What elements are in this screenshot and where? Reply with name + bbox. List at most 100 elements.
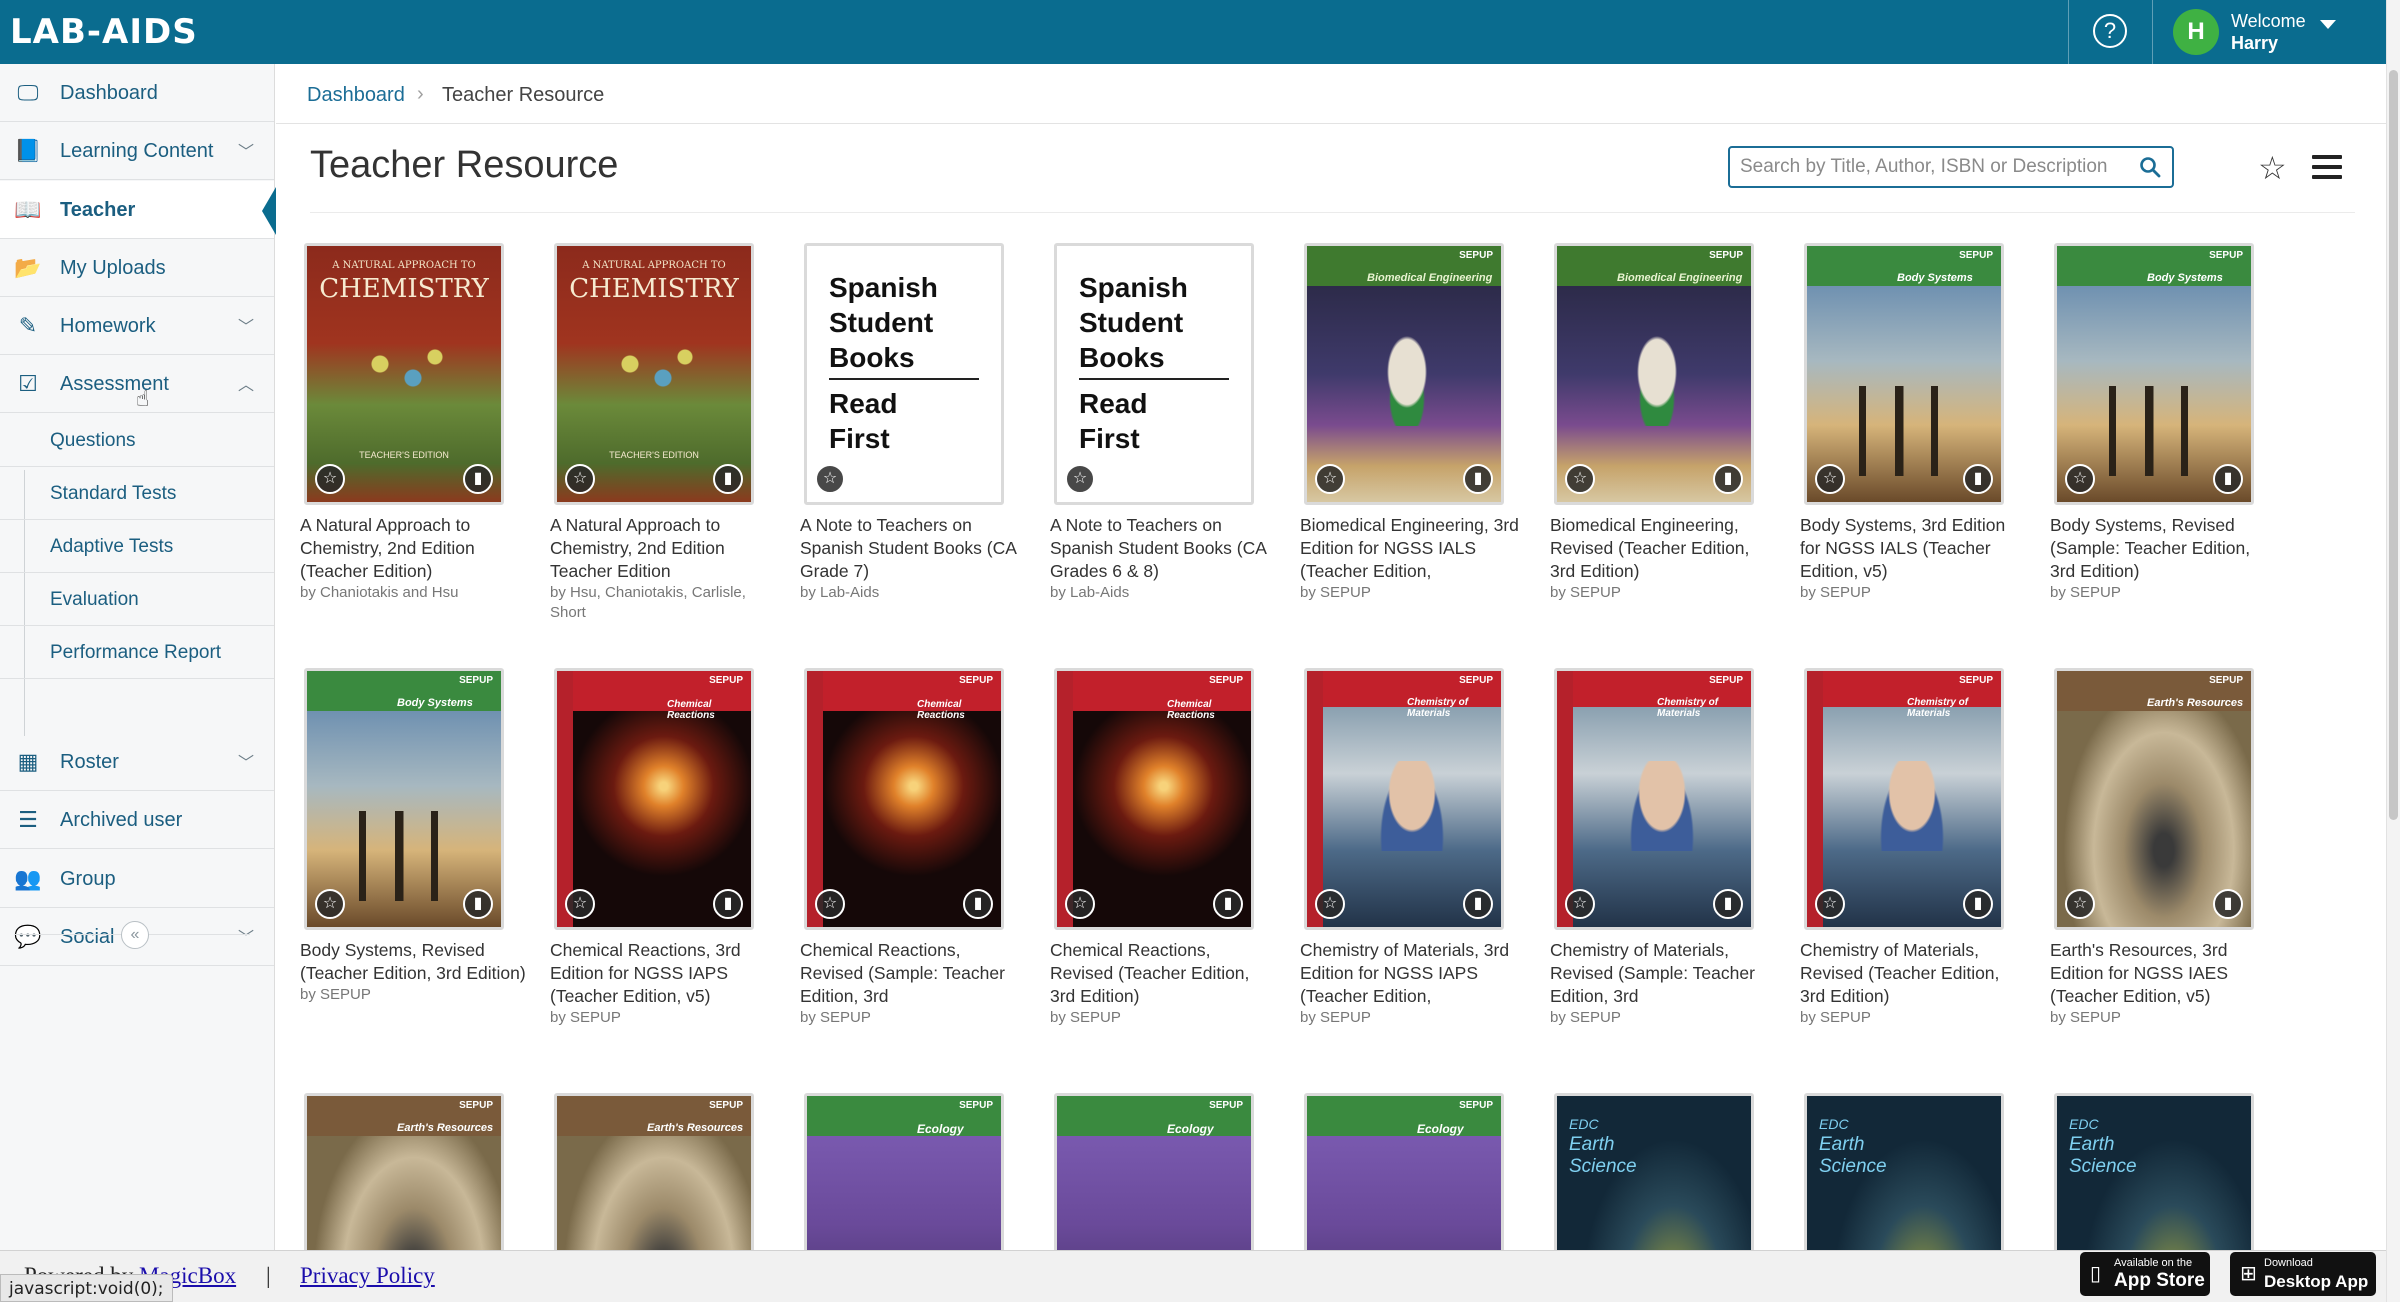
user-menu[interactable]: H Welcome Harry xyxy=(2173,8,2353,56)
book-cover[interactable]: SEPUP Chemical Reactions ☆ ▮ xyxy=(554,668,754,930)
bar-chart-icon[interactable]: ▮ xyxy=(463,464,493,494)
bar-chart-icon[interactable]: ▮ xyxy=(713,464,743,494)
chevron-down-icon[interactable]: ﹀ xyxy=(238,924,254,948)
book-cover[interactable]: SEPUP Chemical Reactions ☆ ▮ xyxy=(804,668,1004,930)
book-cover[interactable]: SEPUP Body Systems ☆ ▮ xyxy=(2054,243,2254,505)
collapse-sidebar-button[interactable]: « xyxy=(121,921,149,949)
book-cover[interactable]: Spanish Student Books Read First ☆ xyxy=(804,243,1004,505)
hamburger-menu-icon[interactable] xyxy=(2312,155,2342,179)
search-box[interactable] xyxy=(1728,146,2174,188)
book-cover[interactable]: A NATURAL APPROACH TO CHEMISTRY TEACHER'S … xyxy=(304,243,504,505)
favorite-star-icon[interactable]: ☆ xyxy=(1315,889,1345,919)
bar-chart-icon[interactable]: ▮ xyxy=(963,889,993,919)
favorite-star-icon[interactable]: ☆ xyxy=(2065,464,2095,494)
sidebar-subitem-performance-report[interactable]: Performance Report xyxy=(0,626,274,679)
favorite-star-icon[interactable]: ☆ xyxy=(565,464,595,494)
book-cover[interactable]: EDCEarth Science☆▮ xyxy=(2054,1093,2254,1250)
sidebar-subitem-evaluation[interactable]: Evaluation xyxy=(0,573,274,626)
privacy-policy-link[interactable]: Privacy Policy xyxy=(300,1263,435,1289)
bar-chart-icon[interactable]: ▮ xyxy=(2213,889,2243,919)
bar-chart-icon[interactable]: ▮ xyxy=(1713,464,1743,494)
book-title[interactable]: A Note to Teachers on Spanish Student Bo… xyxy=(800,514,1028,583)
bar-chart-icon[interactable]: ▮ xyxy=(1213,889,1243,919)
favorite-star-icon[interactable]: ☆ xyxy=(565,889,595,919)
bar-chart-icon[interactable]: ▮ xyxy=(1963,889,1993,919)
book-cover[interactable]: SEPUP Body Systems ☆ ▮ xyxy=(1804,243,2004,505)
avatar[interactable]: H xyxy=(2173,9,2219,55)
book-cover[interactable]: SEPUP Chemistry of Materials ☆ ▮ xyxy=(1554,668,1754,930)
favorite-star-icon[interactable]: ☆ xyxy=(815,464,845,494)
sidebar-item-roster[interactable]: ▦ Roster ﹀ xyxy=(0,733,274,791)
book-title[interactable]: Chemical Reactions, Revised (Teacher Edi… xyxy=(1050,939,1278,1008)
favorite-star-icon[interactable]: ☆ xyxy=(1065,889,1095,919)
sidebar-item-homework[interactable]: ✎ Homework ﹀ xyxy=(0,297,274,355)
chevron-down-icon[interactable]: ﹀ xyxy=(238,749,254,773)
favorite-star-icon[interactable]: ☆ xyxy=(2065,889,2095,919)
favorite-star-icon[interactable]: ☆ xyxy=(1815,464,1845,494)
book-cover[interactable]: SEPUPEcology☆▮ xyxy=(804,1093,1004,1250)
help-icon[interactable]: ? xyxy=(2093,14,2127,48)
book-cover[interactable]: SEPUPEarth's Resources☆▮ xyxy=(2054,668,2254,930)
favorite-star-icon[interactable]: ☆ xyxy=(1565,464,1595,494)
sidebar-subitem-standard-tests[interactable]: Standard Tests xyxy=(0,467,274,520)
search-icon[interactable] xyxy=(2138,155,2162,179)
book-cover[interactable]: SEPUP Body Systems ☆ ▮ xyxy=(304,668,504,930)
book-title[interactable]: Chemistry of Materials, 3rd Edition for … xyxy=(1300,939,1528,1008)
sidebar-item-my-uploads[interactable]: 📂 My Uploads xyxy=(0,239,274,297)
sidebar-item-archived-user[interactable]: ☰ Archived user xyxy=(0,791,274,849)
app-store-button[interactable]: ▯ Available on the App Store xyxy=(2080,1252,2210,1296)
book-title[interactable]: Chemical Reactions, Revised (Sample: Tea… xyxy=(800,939,1028,1008)
sidebar-item-teacher[interactable]: 📖 Teacher xyxy=(0,181,276,239)
search-input[interactable] xyxy=(1740,154,2130,180)
favorite-star-icon[interactable]: ☆ xyxy=(315,464,345,494)
favorite-star-icon[interactable]: ☆ xyxy=(1065,464,1095,494)
book-cover[interactable]: Spanish Student Books Read First ☆ xyxy=(1054,243,1254,505)
breadcrumb-dashboard-link[interactable]: Dashboard xyxy=(307,84,405,107)
book-cover[interactable]: EDCEarth Science☆▮ xyxy=(1554,1093,1754,1250)
book-title[interactable]: Chemistry of Materials, Revised (Sample:… xyxy=(1550,939,1778,1008)
scrollbar-thumb[interactable] xyxy=(2389,70,2398,820)
book-title[interactable]: Chemistry of Materials, Revised (Teacher… xyxy=(1800,939,2028,1008)
book-cover[interactable]: SEPUPEarth's Resources☆▮ xyxy=(554,1093,754,1250)
favorite-star-icon[interactable]: ☆ xyxy=(815,889,845,919)
bar-chart-icon[interactable]: ▮ xyxy=(463,889,493,919)
favorite-star-icon[interactable]: ☆ xyxy=(1315,464,1345,494)
sidebar-item-dashboard[interactable]: 🖵 Dashboard xyxy=(0,64,274,122)
sidebar-subitem-questions[interactable]: Questions xyxy=(0,414,274,467)
book-cover[interactable]: SEPUP Chemistry of Materials ☆ ▮ xyxy=(1304,668,1504,930)
bar-chart-icon[interactable]: ▮ xyxy=(1713,889,1743,919)
bar-chart-icon[interactable]: ▮ xyxy=(1463,464,1493,494)
book-cover[interactable]: EDCEarth Science☆▮ xyxy=(1804,1093,2004,1250)
book-cover[interactable]: SEPUP Chemical Reactions ☆ ▮ xyxy=(1054,668,1254,930)
sidebar-item-group[interactable]: 👥 Group xyxy=(0,850,274,908)
page-scrollbar[interactable] xyxy=(2386,0,2400,1302)
book-cover[interactable]: SEPUP Chemistry of Materials ☆ ▮ xyxy=(1804,668,2004,930)
book-title[interactable]: A Note to Teachers on Spanish Student Bo… xyxy=(1050,514,1278,583)
book-title[interactable]: Biomedical Engineering, 3rd Edition for … xyxy=(1300,514,1528,583)
desktop-app-button[interactable]: ⊞ Download Desktop App xyxy=(2230,1252,2376,1296)
bar-chart-icon[interactable]: ▮ xyxy=(713,889,743,919)
book-cover[interactable]: SEPUPEcology☆▮ xyxy=(1054,1093,1254,1250)
book-title[interactable]: Biomedical Engineering, Revised (Teacher… xyxy=(1550,514,1778,583)
book-title[interactable]: Earth's Resources, 3rd Edition for NGSS … xyxy=(2050,939,2278,1008)
bar-chart-icon[interactable]: ▮ xyxy=(1463,889,1493,919)
book-title[interactable]: Body Systems, Revised (Teacher Edition, … xyxy=(300,939,528,985)
book-title[interactable]: A Natural Approach to Chemistry, 2nd Edi… xyxy=(550,514,778,583)
favorite-star-icon[interactable]: ☆ xyxy=(315,889,345,919)
book-cover[interactable]: SEPUPEarth's Resources☆▮ xyxy=(304,1093,504,1250)
bar-chart-icon[interactable]: ▮ xyxy=(2213,464,2243,494)
sidebar-item-learning-content[interactable]: 📘 Learning Content ﹀ xyxy=(0,122,274,180)
favorites-star-icon[interactable]: ☆ xyxy=(2258,152,2287,184)
book-title[interactable]: Body Systems, Revised (Sample: Teacher E… xyxy=(2050,514,2278,583)
sidebar-subitem-adaptive-tests[interactable]: Adaptive Tests xyxy=(0,520,274,573)
book-cover[interactable]: SEPUP Biomedical Engineering ☆ ▮ xyxy=(1304,243,1504,505)
book-cover[interactable]: SEPUPEcology☆▮ xyxy=(1304,1093,1504,1250)
lab-aids-logo[interactable]: LAB-AIDS xyxy=(10,12,198,52)
book-cover[interactable]: A NATURAL APPROACH TO CHEMISTRY TEACHER'S … xyxy=(554,243,754,505)
bar-chart-icon[interactable]: ▮ xyxy=(1963,464,1993,494)
book-title[interactable]: Chemical Reactions, 3rd Edition for NGSS… xyxy=(550,939,778,1008)
caret-down-icon[interactable] xyxy=(2320,20,2336,29)
chevron-down-icon[interactable]: ﹀ xyxy=(238,313,254,337)
chevron-down-icon[interactable]: ﹀ xyxy=(238,138,254,162)
book-cover[interactable]: SEPUP Biomedical Engineering ☆ ▮ xyxy=(1554,243,1754,505)
